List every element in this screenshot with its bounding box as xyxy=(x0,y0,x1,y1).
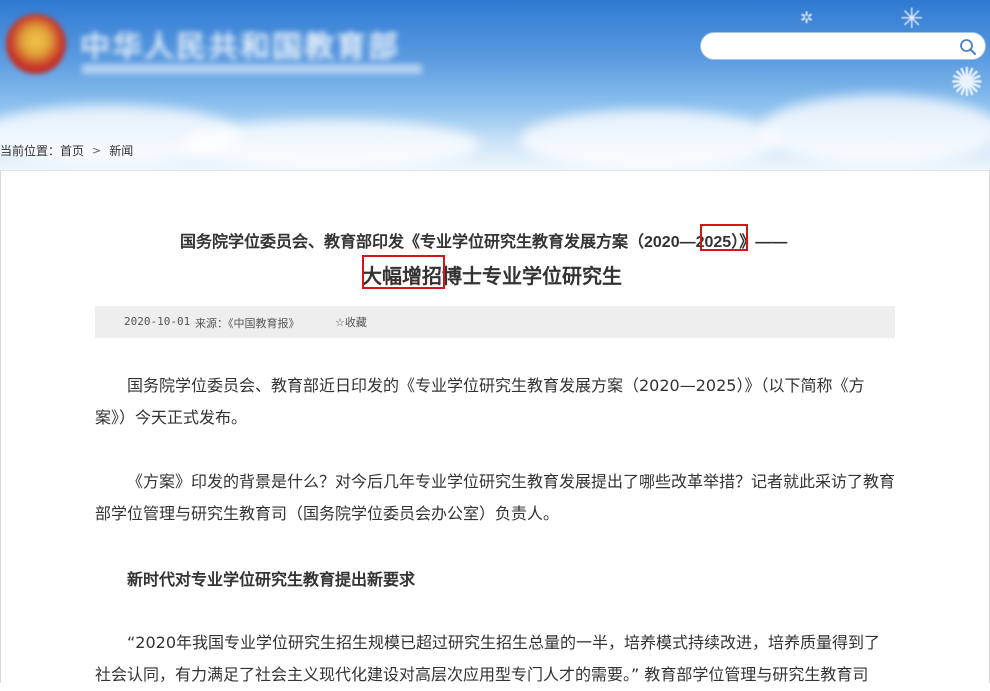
favorite-button[interactable]: ☆收藏 xyxy=(335,314,367,330)
paragraph-text: 国务院学位委员会、教育部近日印发的《专业学位研究生教育发展方案（2020—202… xyxy=(95,376,865,427)
site-title[interactable]: 中华人民共和国教育部 xyxy=(80,22,400,66)
paragraph-text: “2020年我国专业学位研究生招生规模已超过研究生招生总量的一半，培养模式持续改… xyxy=(95,633,881,684)
dandelion-decoration-icon: ✺ xyxy=(950,60,984,106)
chevron-right-icon: > xyxy=(92,144,102,157)
site-header: 中华人民共和国教育部 ✳ ✺ ✲ xyxy=(0,0,990,170)
article-date: 2020-10-01 xyxy=(124,315,191,328)
breadcrumb-prefix: 当前位置： xyxy=(0,144,61,158)
article-subheading: 新时代对专业学位研究生教育提出新要求 xyxy=(127,570,416,589)
header-cloud xyxy=(180,120,480,170)
dandelion-decoration-icon: ✲ xyxy=(800,8,814,27)
header-cloud xyxy=(520,110,780,170)
site-subtitle-graphic xyxy=(82,64,422,74)
article-meta-bar: 2020-10-01 来源：《中国教育报》 ☆收藏 xyxy=(95,306,895,338)
article-paragraph: 《方案》印发的背景是什么？对今后几年专业学位研究生教育发展提出了哪些改革举措？记… xyxy=(95,466,895,530)
national-emblem-logo[interactable] xyxy=(6,14,66,74)
breadcrumb-item-home[interactable]: 首页 xyxy=(60,144,84,158)
search-icon[interactable] xyxy=(959,38,977,56)
highlight-box-expand-enrollment xyxy=(362,255,445,289)
breadcrumb: 当前位置：首页 > 新闻 xyxy=(0,142,133,159)
search-input[interactable] xyxy=(700,32,986,60)
dandelion-decoration-icon: ✳ xyxy=(900,2,924,35)
highlight-box-2025 xyxy=(700,224,748,251)
article-paragraph: 国务院学位委员会、教育部近日印发的《专业学位研究生教育发展方案（2020—202… xyxy=(95,370,895,434)
article-source: 来源：《中国教育报》 xyxy=(195,317,300,330)
breadcrumb-item-news[interactable]: 新闻 xyxy=(109,144,133,158)
paragraph-text: 《方案》印发的背景是什么？对今后几年专业学位研究生教育发展提出了哪些改革举措？记… xyxy=(95,472,896,523)
article-paragraph: “2020年我国专业学位研究生招生规模已超过研究生招生总量的一半，培养模式持续改… xyxy=(95,627,895,691)
article-title-line1: 国务院学位委员会、教育部印发《专业学位研究生教育发展方案（2020—2025）》… xyxy=(180,234,788,251)
